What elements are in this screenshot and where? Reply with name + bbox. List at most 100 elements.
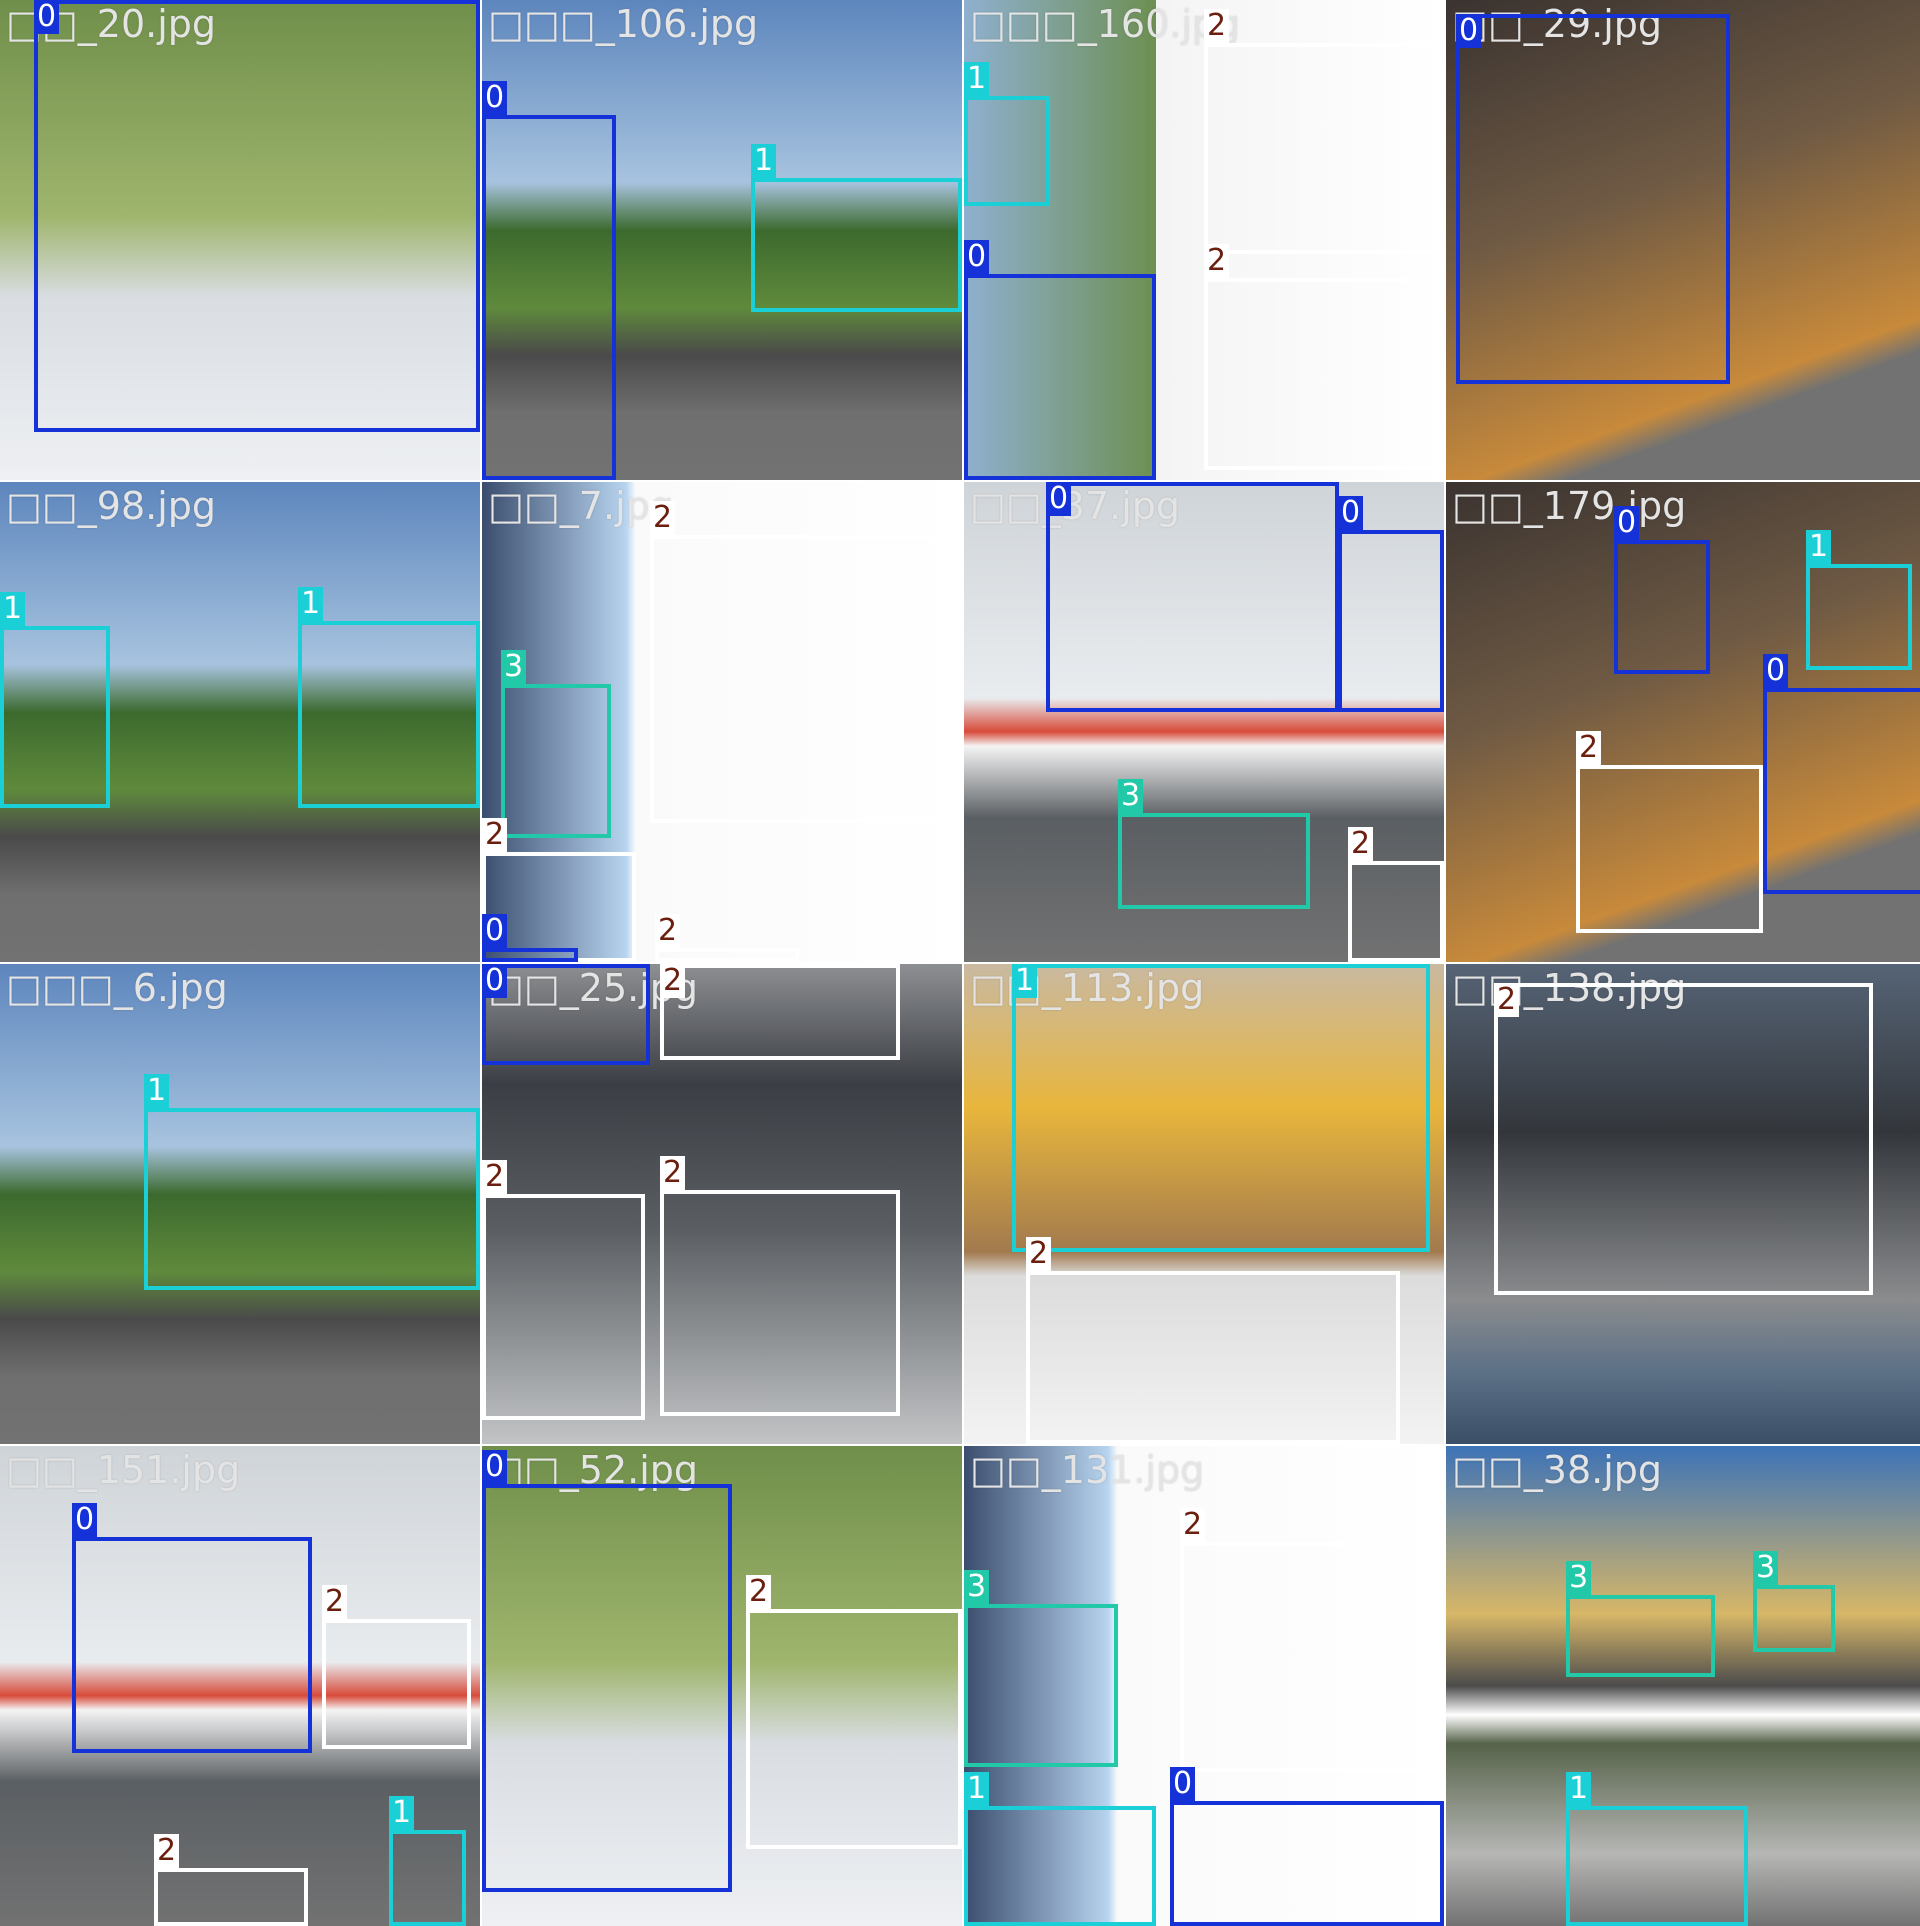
detection-class-label: 0 — [1456, 14, 1482, 48]
detection-box-class-2: 2 — [660, 1156, 900, 1416]
detection-class-label: 1 — [1012, 964, 1038, 998]
mosaic-tile: □□_7.jpg 3 2 2 0 2 — [482, 482, 962, 962]
tile-filename-label: □□_7.jpg — [488, 484, 674, 528]
mosaic-tile: □□_179.jpg 0 1 0 2 — [1446, 482, 1920, 962]
detection-box-class-2: 2 — [1204, 9, 1444, 254]
detection-class-label: 3 — [501, 650, 527, 684]
detection-box-class-2: 2 — [650, 501, 962, 823]
detection-box-class-1: 1 — [964, 62, 1050, 206]
detection-class-label: 2 — [154, 1834, 180, 1868]
detection-class-label: 2 — [1576, 731, 1602, 765]
detection-box-class-0: 0 — [964, 240, 1156, 480]
detection-class-label: 0 — [482, 964, 508, 998]
tile-filename-label: □□_98.jpg — [6, 484, 217, 528]
detection-box-class-0: 0 — [482, 914, 578, 962]
detection-class-label: 1 — [1806, 530, 1832, 564]
detection-class-label: 2 — [482, 1160, 508, 1194]
detection-box-class-2: 2 — [746, 1575, 962, 1849]
detection-box-class-1: 1 — [964, 1772, 1156, 1926]
detection-class-label: 0 — [1170, 1767, 1196, 1801]
detection-box-class-0: 0 — [1338, 496, 1444, 712]
tile-filename-label: □□□_106.jpg — [488, 2, 759, 46]
detection-class-label: 2 — [660, 964, 686, 998]
detection-class-label: 3 — [1118, 779, 1144, 813]
detection-box-class-3: 3 — [1566, 1561, 1715, 1677]
detection-box-class-2: 2 — [1204, 244, 1444, 470]
detection-box-class-0: 0 — [482, 81, 616, 480]
tile-filename-label: □□_179.jpg — [1452, 484, 1687, 528]
detection-box-class-0: 0 — [34, 0, 480, 432]
detection-class-label: 2 — [1348, 827, 1374, 861]
mosaic-tile: □□_29.jpg 0 — [1446, 0, 1920, 480]
detection-box-class-2: 2 — [1026, 1237, 1400, 1444]
mosaic-tile: □□_138.jpg 2 — [1446, 964, 1920, 1444]
detection-box-class-2: 2 — [660, 964, 900, 1060]
detection-box-class-2: 2 — [322, 1585, 471, 1749]
detection-box-class-1: 1 — [1012, 964, 1430, 1252]
detection-class-label: 1 — [1566, 1772, 1592, 1806]
detection-class-label: 0 — [72, 1503, 98, 1537]
detection-box-class-3: 3 — [1753, 1551, 1835, 1652]
detection-class-label: 2 — [1204, 9, 1230, 43]
detection-class-label: 2 — [1180, 1508, 1206, 1542]
mosaic-tile: □□_52.jpg 0 2 — [482, 1446, 962, 1926]
detection-box-class-3: 3 — [1118, 779, 1310, 909]
mosaic-tile: □□_20.jpg 0 — [0, 0, 480, 480]
detection-box-class-1: 1 — [1566, 1772, 1748, 1926]
detection-box-class-0: 0 — [1046, 482, 1339, 712]
detection-box-class-0: 0 — [1170, 1767, 1444, 1926]
detection-class-label: 0 — [1614, 506, 1640, 540]
detection-mosaic: □□_20.jpg 0 □□□_106.jpg 0 1 □□□_160.jpg 1 0 2 2 □□… — [0, 0, 1920, 1926]
detection-box-class-1: 1 — [144, 1074, 480, 1290]
detection-box-class-2: 2 — [1576, 731, 1763, 933]
detection-box-class-3: 3 — [964, 1570, 1118, 1767]
detection-box-class-2: 2 — [655, 914, 799, 962]
detection-class-label: 2 — [482, 818, 508, 852]
detection-class-label: 2 — [655, 914, 681, 948]
detection-class-label: 2 — [322, 1585, 348, 1619]
tile-filename-label: □□□_6.jpg — [6, 966, 228, 1010]
mosaic-tile: □□□_6.jpg 1 — [0, 964, 480, 1444]
detection-class-label: 0 — [1338, 496, 1364, 530]
detection-class-label: 2 — [650, 501, 676, 535]
detection-class-label: 0 — [482, 1450, 508, 1484]
tile-filename-label: □□_38.jpg — [1452, 1448, 1663, 1492]
tile-filename-label: □□_151.jpg — [6, 1448, 241, 1492]
mosaic-tile: □□_37.jpg 0 0 3 2 — [964, 482, 1444, 962]
detection-box-class-2: 2 — [1348, 827, 1444, 962]
mosaic-tile: □□_131.jpg 3 2 1 0 — [964, 1446, 1444, 1926]
detection-box-class-0: 0 — [72, 1503, 312, 1753]
tile-filename-label: □□□_160.jpg — [970, 2, 1241, 46]
detection-box-class-0: 0 — [482, 964, 650, 1065]
detection-box-class-3: 3 — [501, 650, 611, 838]
detection-class-label: 1 — [298, 587, 324, 621]
detection-class-label: 1 — [0, 592, 26, 626]
detection-box-class-0: 0 — [1763, 654, 1920, 894]
detection-class-label: 1 — [751, 144, 777, 178]
detection-class-label: 2 — [660, 1156, 686, 1190]
tile-filename-label: □□_131.jpg — [970, 1448, 1205, 1492]
detection-box-class-2: 2 — [1494, 983, 1873, 1295]
detection-box-class-1: 1 — [1806, 530, 1912, 670]
detection-box-class-2: 2 — [482, 1160, 645, 1420]
detection-class-label: 3 — [1753, 1551, 1779, 1585]
detection-class-label: 2 — [1026, 1237, 1052, 1271]
detection-class-label: 0 — [482, 914, 508, 948]
mosaic-tile: □□_38.jpg 3 3 1 — [1446, 1446, 1920, 1926]
detection-class-label: 2 — [746, 1575, 772, 1609]
detection-box-class-1: 1 — [751, 144, 962, 312]
detection-class-label: 0 — [482, 81, 508, 115]
detection-box-class-0: 0 — [482, 1450, 732, 1892]
detection-class-label: 2 — [1204, 244, 1230, 278]
detection-class-label: 0 — [1046, 482, 1072, 516]
detection-class-label: 1 — [389, 1796, 415, 1830]
detection-box-class-1: 1 — [389, 1796, 466, 1926]
mosaic-tile: □□_25.jpg 0 2 2 2 — [482, 964, 962, 1444]
mosaic-tile: □□_151.jpg 0 2 1 2 — [0, 1446, 480, 1926]
detection-box-class-1: 1 — [0, 592, 110, 808]
detection-box-class-0: 0 — [1614, 506, 1710, 674]
detection-box-class-2: 2 — [154, 1834, 308, 1926]
detection-class-label: 0 — [34, 0, 60, 34]
detection-class-label: 2 — [1494, 983, 1520, 1017]
detection-class-label: 1 — [144, 1074, 170, 1108]
